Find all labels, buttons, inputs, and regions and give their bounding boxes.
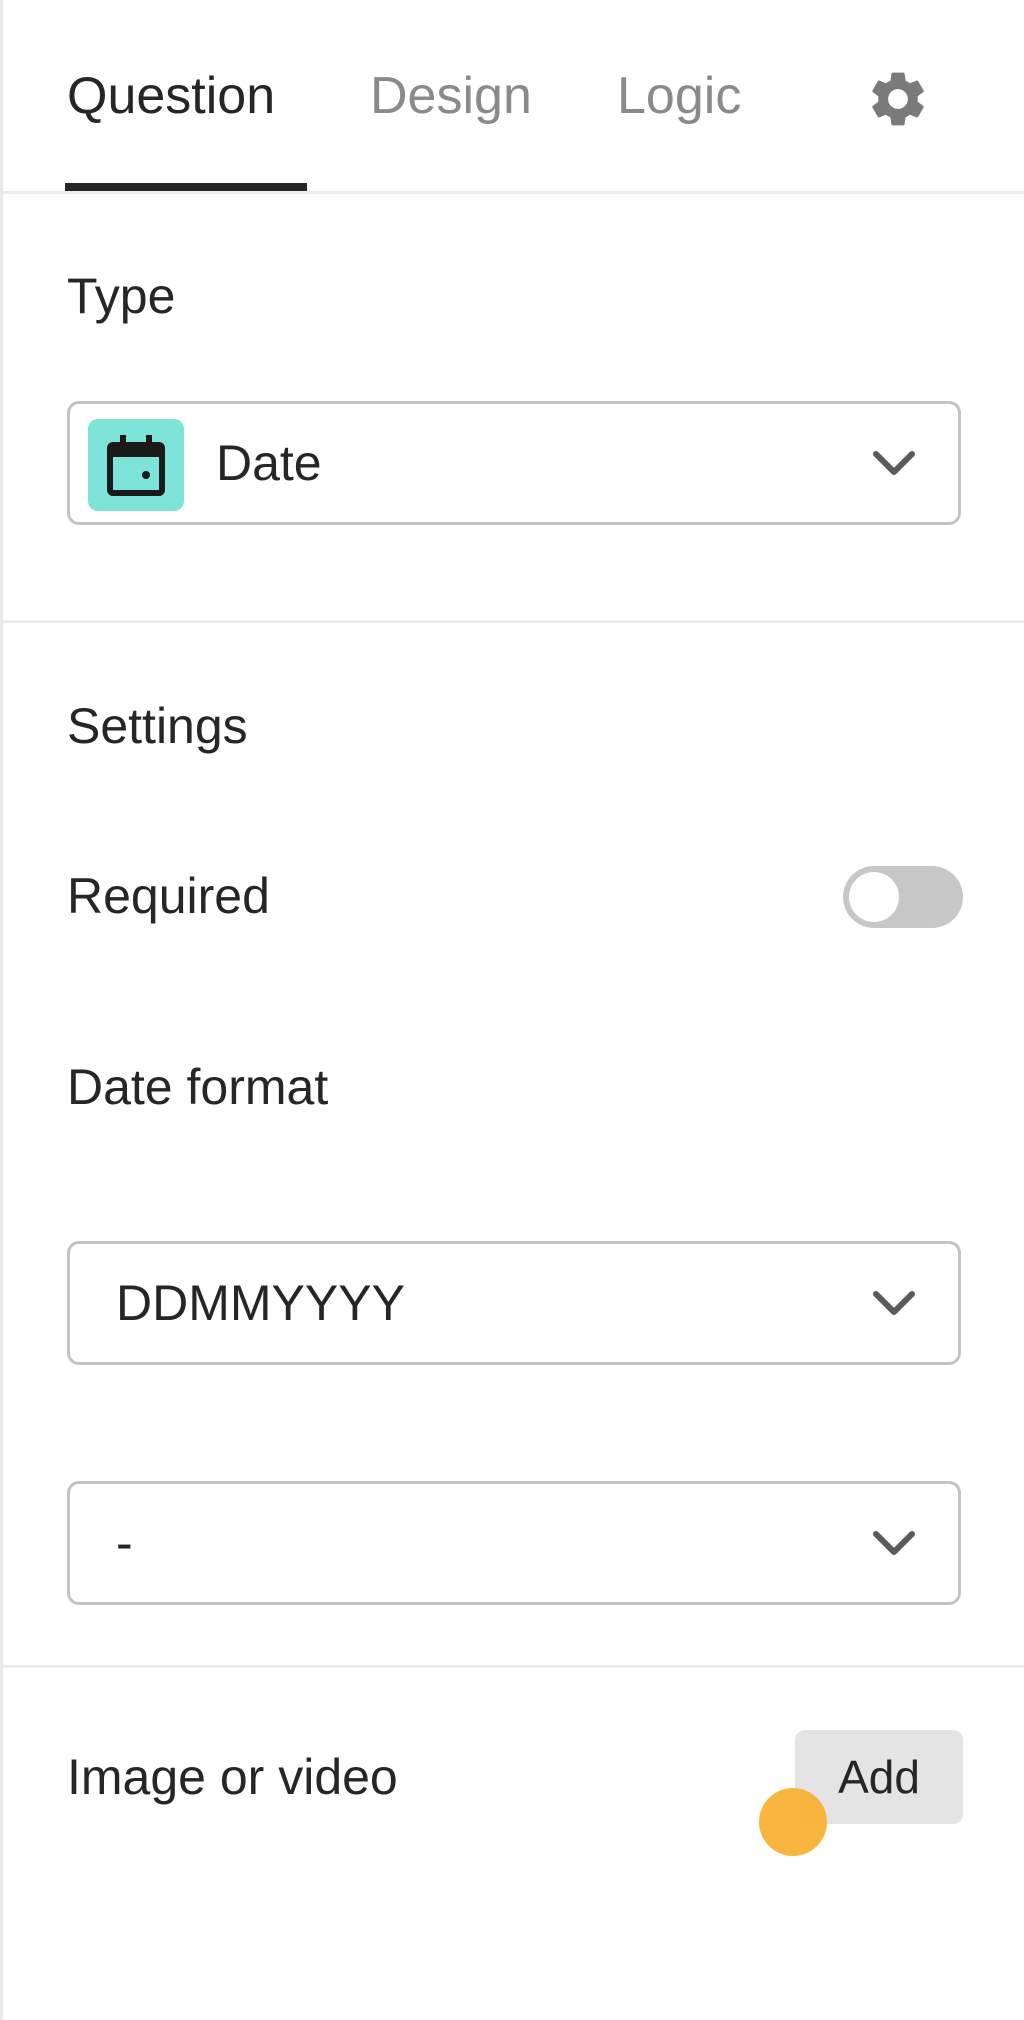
date-format-label: Date format — [67, 1059, 329, 1115]
tab-bar: Question Design Logic — [3, 0, 1024, 194]
question-type-select[interactable]: Date — [67, 401, 961, 525]
active-tab-indicator — [65, 183, 307, 191]
chevron-down-icon — [873, 451, 915, 475]
tab-logic[interactable]: Logic — [617, 66, 741, 126]
divider — [3, 620, 1024, 623]
date-format-select[interactable]: DDMMYYYY — [67, 1241, 961, 1365]
cursor-indicator — [759, 1788, 827, 1856]
date-separator-value: - — [116, 1515, 133, 1571]
chevron-down-icon — [873, 1531, 915, 1555]
type-section-title: Type — [67, 268, 176, 324]
date-format-value: DDMMYYYY — [116, 1275, 405, 1331]
toggle-knob — [849, 872, 899, 922]
chevron-down-icon — [873, 1291, 915, 1315]
media-section-title: Image or video — [67, 1749, 398, 1805]
settings-section-title: Settings — [67, 698, 248, 754]
required-label: Required — [67, 868, 270, 924]
calendar-icon — [88, 419, 184, 511]
question-type-value: Date — [216, 435, 322, 491]
date-separator-select[interactable]: - — [67, 1481, 961, 1605]
tab-design[interactable]: Design — [370, 66, 532, 126]
gear-icon[interactable] — [865, 66, 931, 132]
question-settings-panel: Question Design Logic Type Date Settings… — [0, 0, 1024, 2020]
divider — [3, 1665, 1024, 1668]
tab-question[interactable]: Question — [67, 66, 275, 126]
required-toggle[interactable] — [843, 866, 963, 928]
